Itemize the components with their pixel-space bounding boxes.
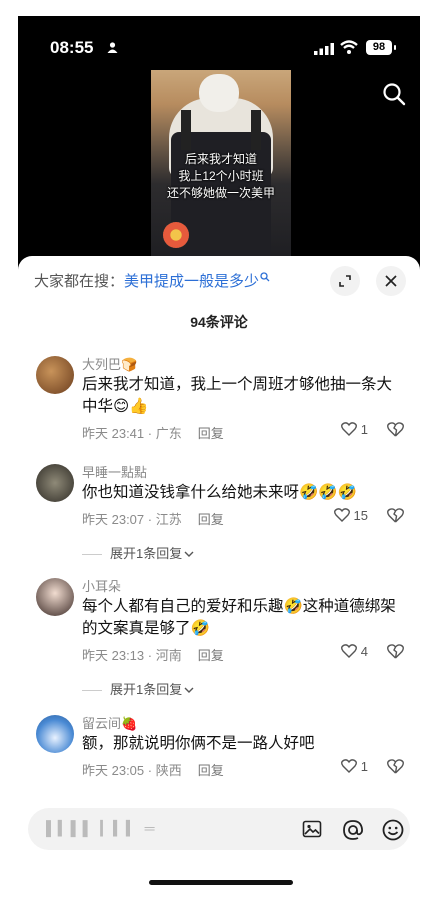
search-suggestion[interactable]: 大家都在搜：美甲提成一般是多少 [34,270,270,291]
reply-button[interactable]: 回复 [198,512,224,527]
home-indicator[interactable] [149,880,293,885]
avatar[interactable] [36,578,74,616]
heart-icon [341,644,358,658]
like-count: 1 [360,422,368,437]
broken-heart-icon[interactable] [387,644,404,659]
chevron-down-icon [184,551,194,557]
broken-heart-icon[interactable] [387,422,404,437]
search-icon[interactable] [382,82,406,106]
phone-screen: 08:55 98 后来我才知道 我上12个小时班 还不够她做一次美甲 大家都在搜… [18,16,420,896]
like-count: 4 [360,644,368,659]
expand-replies-button[interactable]: 展开1条回复 [82,543,194,562]
like-button[interactable]: 15 [333,508,368,523]
comment-meta: 昨天 23:41 · 广东 回复 [82,423,224,442]
comment-time: 昨天 23:13 · 河南 [82,648,182,663]
broken-heart-icon[interactable] [387,759,404,774]
wifi-icon [340,40,358,54]
heart-icon [333,508,350,522]
status-time: 08:55 [50,38,94,57]
image-icon[interactable] [302,819,322,839]
expand-replies-label: 展开1条回复 [110,682,183,697]
chevron-down-icon [184,687,194,693]
search-query-link[interactable]: 美甲提成一般是多少 [124,273,259,290]
comment-username[interactable]: 留云间🍓 [82,713,137,732]
comment-username[interactable]: 小耳朵 [82,576,121,595]
search-prefix: 大家都在搜： [34,273,125,290]
battery-tip [394,45,396,50]
reply-button[interactable]: 回复 [198,648,224,663]
status-bar: 08:55 98 [18,16,420,70]
like-button[interactable]: 4 [341,644,368,659]
comment-meta: 昨天 23:05 · 陕西 回复 [82,760,224,779]
comment-input[interactable]: ▌▍▌▌ ▎▍▍ ═ [28,808,410,850]
comment-count: 94条评论 [190,314,248,330]
comment-username[interactable]: 早睡一點點 [82,462,147,481]
video-caption-line: 还不够她做一次美甲 [166,186,275,200]
comment-username[interactable]: 大列巴🍞 [82,354,137,373]
close-button[interactable] [376,266,406,296]
comment-text: 额，那就说明你俩不是一路人好吧 [82,735,315,752]
like-button[interactable]: 1 [341,422,368,437]
avatar[interactable] [36,715,74,753]
avatar[interactable] [36,464,74,502]
battery-icon: 98 [366,40,392,55]
video-mask [199,74,239,112]
comment-meta: 昨天 23:07 · 江苏 回复 [82,509,224,528]
broken-heart-icon[interactable] [387,508,404,523]
like-count: 1 [360,759,368,774]
small-search-icon [260,272,270,282]
heart-icon [341,422,358,436]
signal-icon [314,43,334,55]
divider-line [82,690,102,692]
comment-time: 昨天 23:05 · 陕西 [82,763,182,778]
person-icon [107,42,118,53]
comment-time: 昨天 23:07 · 江苏 [82,512,182,527]
divider-line [82,554,102,556]
video-caption-line: 我上12个小时班 [178,169,264,183]
comment-text: 你也知道没钱拿什么给她未来呀🤣🤣🤣 [82,484,357,501]
at-mention-icon[interactable] [342,819,364,841]
comment-sheet: 大家都在搜：美甲提成一般是多少 94条评论 大列巴🍞 后来我才知道，我上一个周班… [18,256,420,896]
flower-sticker [163,222,189,248]
like-count: 15 [353,508,368,523]
avatar[interactable] [36,356,74,394]
video-caption-line: 后来我才知道 [184,152,257,166]
reply-button[interactable]: 回复 [198,426,224,441]
comment-text: 后来我才知道，我上一个周班才够他抽一条大中华😊👍 [82,376,393,415]
comment-text: 每个人都有自己的爱好和乐趣🤣这种道德绑架的文案真是够了🤣 [82,598,396,637]
comment-input-placeholder: ▌▍▌▌ ▎▍▍ ═ [46,820,157,836]
expand-replies-label: 展开1条回复 [110,546,183,561]
fullscreen-button[interactable] [330,266,360,296]
video-strap [251,110,261,150]
close-icon [385,275,397,287]
expand-icon [339,275,351,287]
video-thumbnail[interactable]: 后来我才知道 我上12个小时班 还不够她做一次美甲 [151,70,291,260]
video-strap [181,110,191,150]
like-button[interactable]: 1 [341,759,368,774]
comment-time: 昨天 23:41 · 广东 [82,426,182,441]
comment-meta: 昨天 23:13 · 河南 回复 [82,645,224,664]
reply-button[interactable]: 回复 [198,763,224,778]
expand-replies-button[interactable]: 展开1条回复 [82,679,194,698]
heart-icon [341,759,358,773]
emoji-icon[interactable] [382,819,404,841]
